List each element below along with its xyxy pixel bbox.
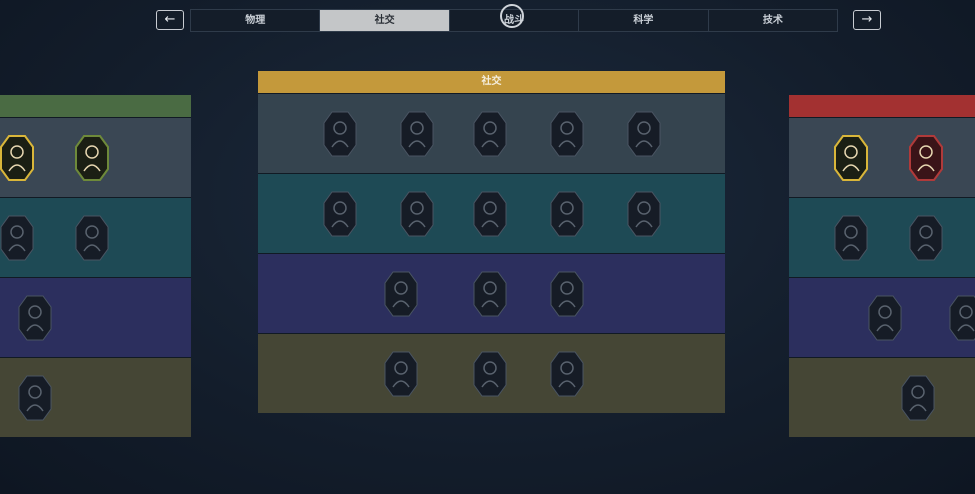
category-tabs: 物理 社交 战斗 科学 技术 <box>190 9 839 32</box>
right-panel-header <box>789 95 975 117</box>
blade-icon[interactable] <box>909 215 943 261</box>
tab-social[interactable]: 社交 <box>319 9 449 32</box>
puppet-icon[interactable] <box>384 351 418 397</box>
pointing-hand-icon[interactable] <box>323 111 357 157</box>
prev-arrow-button[interactable]: ← <box>156 10 184 30</box>
center-skill-row <box>258 93 725 173</box>
right-skill-panel <box>789 95 975 437</box>
handshake-icon[interactable] <box>400 111 434 157</box>
fist-icon[interactable] <box>18 295 52 341</box>
right-skill-row <box>789 277 975 357</box>
shield-partial-icon[interactable] <box>949 295 975 341</box>
tab-combat[interactable]: 战斗 <box>448 9 579 32</box>
campfire-icon[interactable] <box>0 215 34 261</box>
brain-hand-icon[interactable] <box>550 111 584 157</box>
left-skill-panel <box>0 95 191 437</box>
two-heads-icon[interactable] <box>473 111 507 157</box>
tab-tech[interactable]: 技术 <box>707 9 839 32</box>
center-panel-header: 社交 <box>258 71 725 93</box>
right-skill-row <box>789 357 975 437</box>
tab-science[interactable]: 科学 <box>578 9 708 32</box>
raised-arms-icon[interactable] <box>473 351 507 397</box>
shake-hands-icon[interactable] <box>400 191 434 237</box>
armored-beast-icon[interactable] <box>901 375 935 421</box>
left-skill-row <box>0 277 191 357</box>
left-skill-row <box>0 357 191 437</box>
right-skill-row <box>789 197 975 277</box>
center-skill-row <box>258 173 725 253</box>
leader-figure-icon[interactable] <box>550 191 584 237</box>
globe-hand-icon[interactable] <box>550 351 584 397</box>
gorilla-icon[interactable] <box>473 191 507 237</box>
winged-skull-icon[interactable] <box>0 135 34 181</box>
grenade-icon[interactable] <box>834 215 868 261</box>
gear-eye-icon[interactable] <box>75 215 109 261</box>
left-skill-row <box>0 197 191 277</box>
left-panel-header <box>0 95 191 117</box>
center-skill-row <box>258 253 725 333</box>
next-arrow-button[interactable]: → <box>853 10 881 30</box>
face-profile-icon[interactable] <box>627 111 661 157</box>
mask-figure-icon[interactable] <box>323 191 357 237</box>
offering-hand-icon[interactable] <box>627 191 661 237</box>
lotus-icon[interactable] <box>18 375 52 421</box>
center-skill-panel: 社交 <box>258 71 725 413</box>
coins-icon[interactable] <box>550 271 584 317</box>
group-figures-icon[interactable] <box>384 271 418 317</box>
combat-knife-icon[interactable] <box>909 135 943 181</box>
rifle-icon[interactable] <box>834 135 868 181</box>
center-skill-row <box>258 333 725 413</box>
sniper-icon[interactable] <box>868 295 902 341</box>
tab-physical[interactable]: 物理 <box>190 9 320 32</box>
left-skill-row <box>0 117 191 197</box>
right-skill-row <box>789 117 975 197</box>
soldier-figure-icon[interactable] <box>473 271 507 317</box>
anatomical-heart-icon[interactable] <box>75 135 109 181</box>
